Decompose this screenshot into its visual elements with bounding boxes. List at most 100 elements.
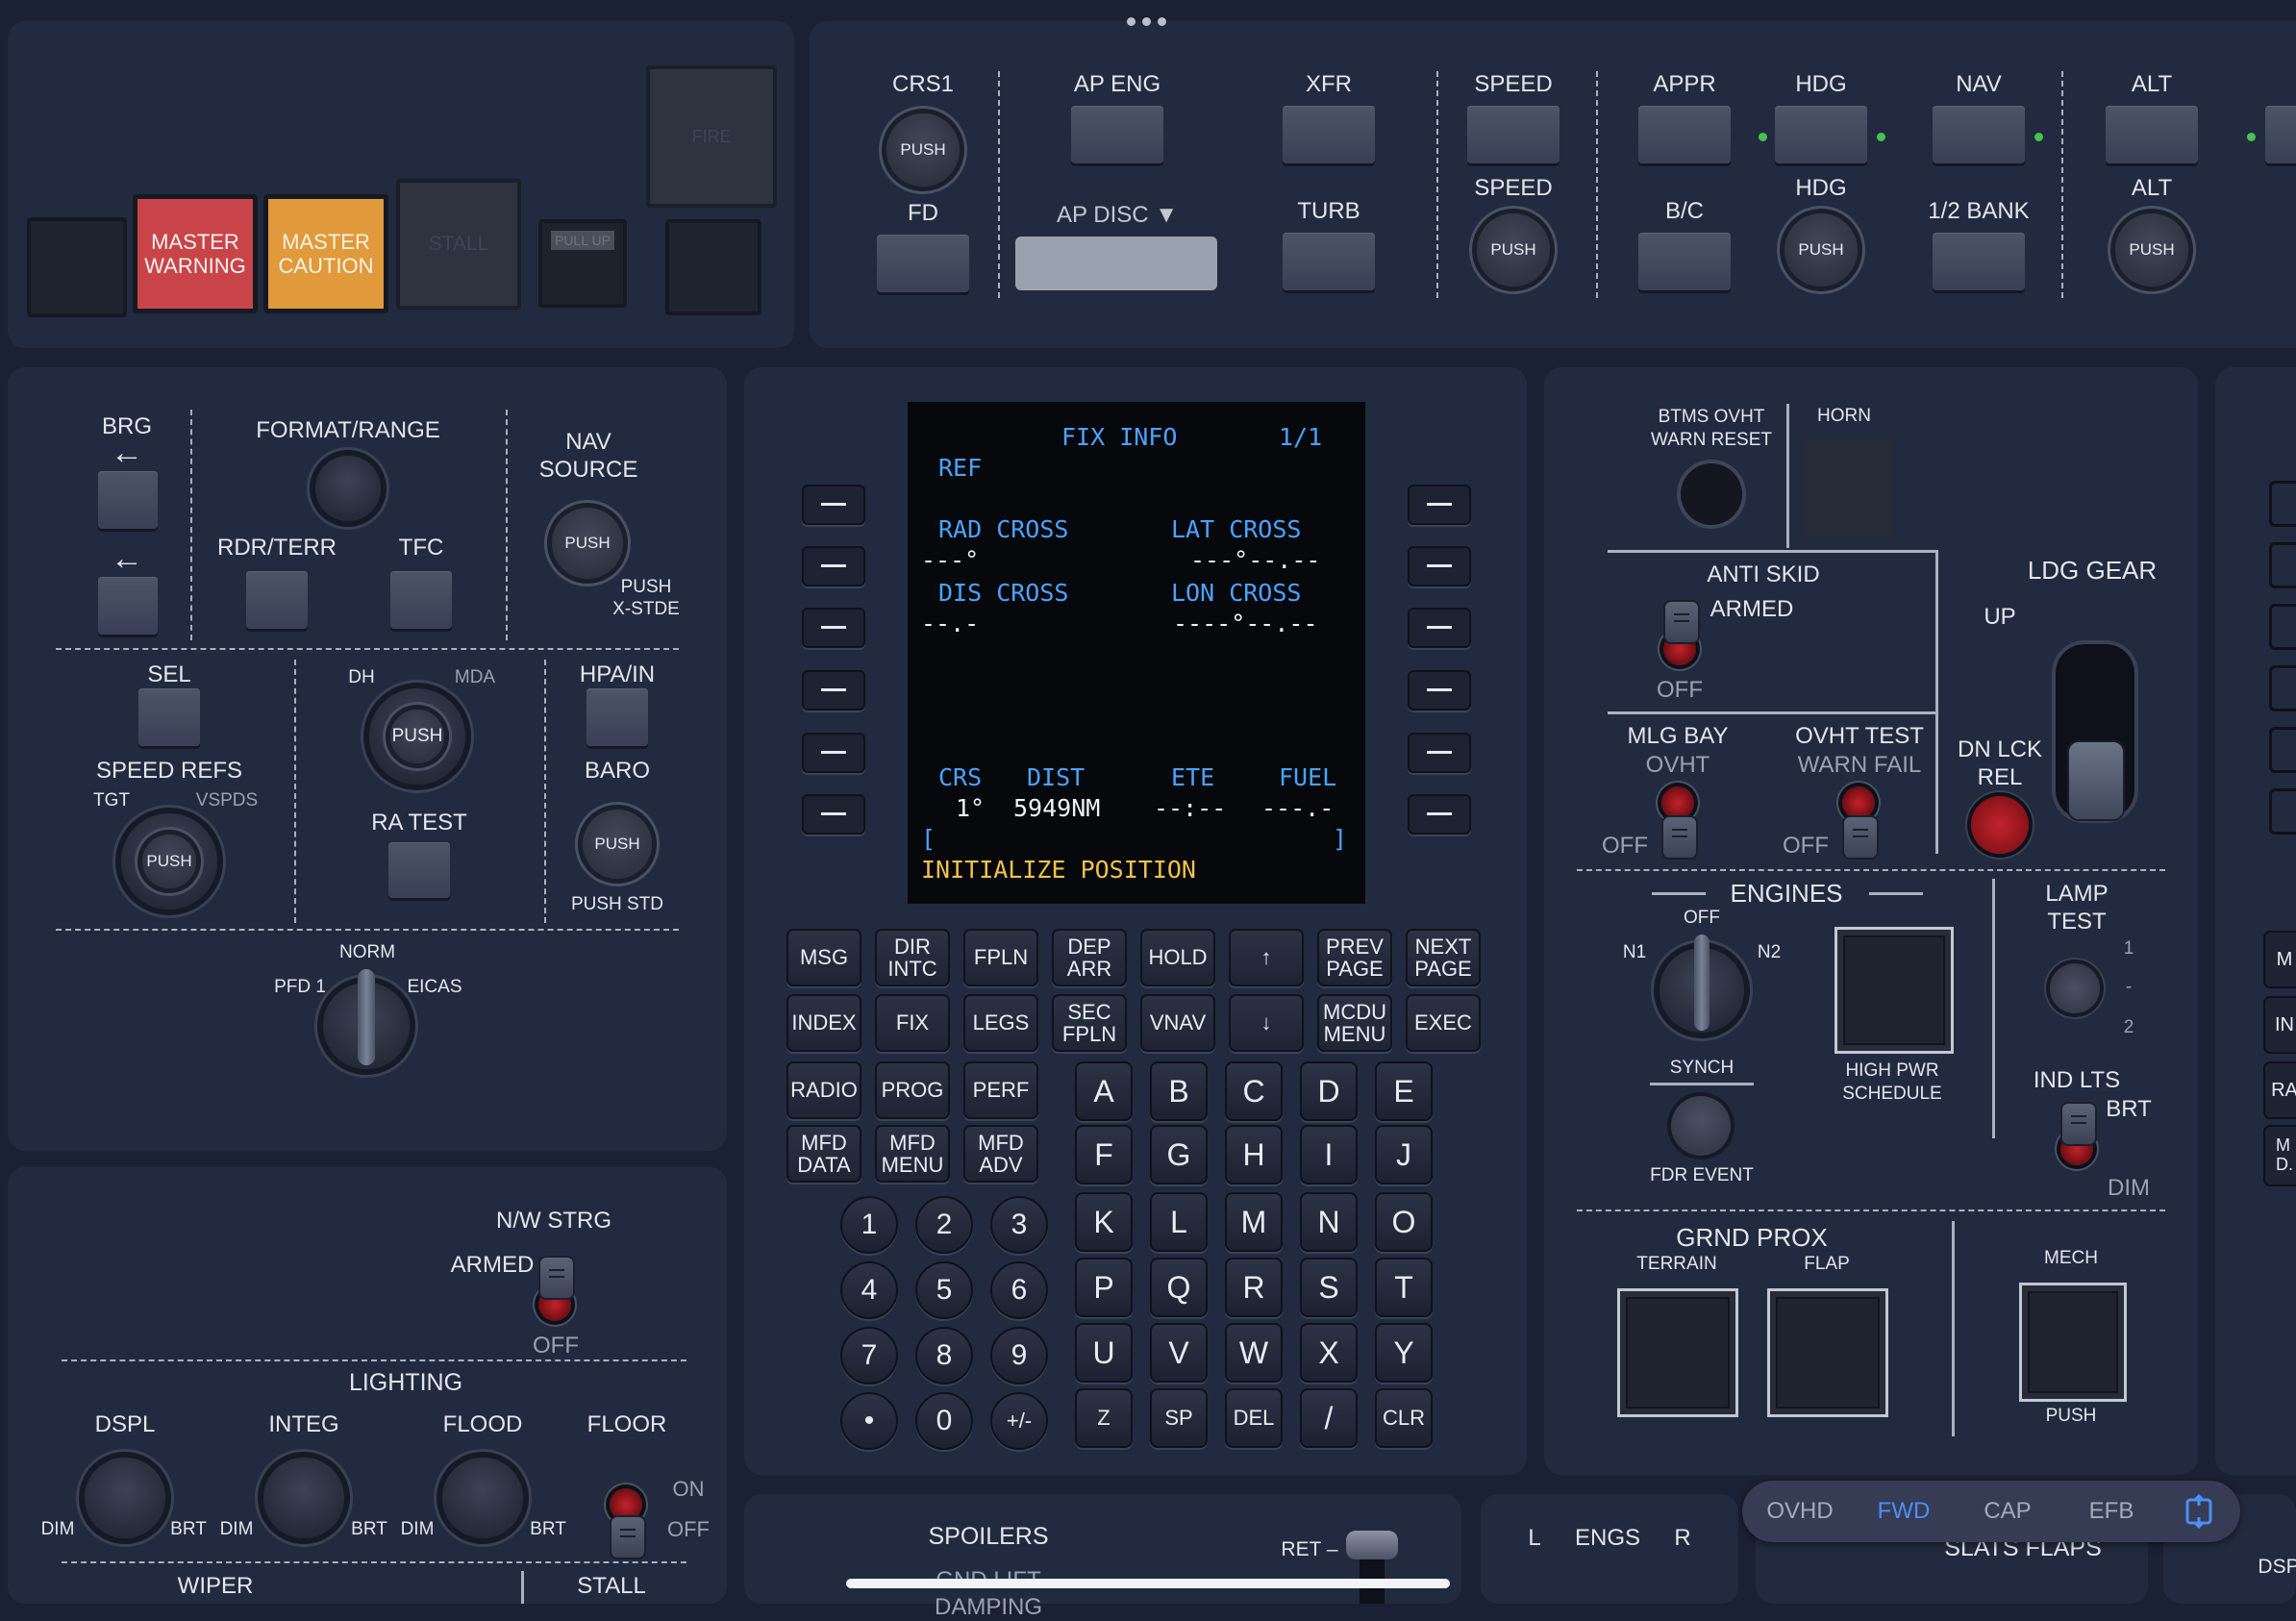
cdu-fn-key[interactable]: DIR INTC xyxy=(875,929,950,986)
nw-strg-guard[interactable] xyxy=(538,1256,575,1300)
tab-fwd[interactable]: FWD xyxy=(1852,1481,1956,1542)
cdu-letter-key[interactable]: R xyxy=(1225,1258,1283,1317)
sel-button[interactable] xyxy=(138,688,200,746)
lsk-4r[interactable] xyxy=(1408,670,1471,711)
cdu-letter-key[interactable]: E xyxy=(1375,1061,1433,1121)
cdu-fn-key[interactable]: RADIO xyxy=(786,1061,861,1119)
hdg-button[interactable] xyxy=(1775,106,1867,163)
lsk-5l[interactable] xyxy=(802,733,865,773)
lsk-4l[interactable] xyxy=(802,670,865,711)
fd-button[interactable] xyxy=(877,235,969,292)
integ-knob[interactable] xyxy=(263,1458,344,1538)
cdu-digit-key[interactable]: 8 xyxy=(915,1327,973,1384)
tfc-button[interactable] xyxy=(390,571,452,629)
half-bank-button[interactable] xyxy=(1933,233,2025,290)
cdu-digit-key[interactable]: 5 xyxy=(915,1261,973,1319)
cdu-letter-key[interactable]: T xyxy=(1375,1258,1433,1317)
lsk-3l[interactable] xyxy=(802,608,865,648)
format-range-knob[interactable] xyxy=(315,456,381,521)
edge-key[interactable]: IN xyxy=(2263,996,2296,1054)
cdu-fn-key[interactable]: FPLN xyxy=(963,929,1038,986)
cdu-letter-key[interactable]: M xyxy=(1225,1192,1283,1252)
lamp-test-switch[interactable] xyxy=(2050,963,2100,1013)
nav-source-knob[interactable]: PUSH xyxy=(552,508,623,579)
ovht-test-guard[interactable] xyxy=(1842,815,1879,860)
brg-1-button[interactable] xyxy=(98,471,158,529)
cdu-fn-key[interactable]: MCDU MENU xyxy=(1317,994,1392,1052)
cdu-letter-key[interactable]: V xyxy=(1150,1323,1208,1383)
baro-knob[interactable]: PUSH xyxy=(583,810,652,879)
lsk-6l[interactable] xyxy=(802,794,865,835)
cdu-letter-key[interactable]: H xyxy=(1225,1125,1283,1185)
cdu-letter-key[interactable]: Y xyxy=(1375,1323,1433,1383)
anti-skid-guard[interactable] xyxy=(1663,600,1700,644)
horn-button[interactable] xyxy=(1802,436,1894,540)
cdu-letter-key[interactable]: CLR xyxy=(1375,1388,1433,1448)
lsk-5r[interactable] xyxy=(1408,733,1471,773)
edge-key[interactable]: RA xyxy=(2263,1061,2296,1119)
fdr-event-button[interactable] xyxy=(1671,1096,1731,1156)
lsk-1l[interactable] xyxy=(802,485,865,525)
bc-button[interactable] xyxy=(1638,233,1731,290)
terrain-button[interactable] xyxy=(1617,1288,1738,1417)
cdu-letter-key[interactable]: SP xyxy=(1150,1388,1208,1448)
mlg-bay-guard[interactable] xyxy=(1661,815,1698,860)
cdu-letter-key[interactable]: D xyxy=(1300,1061,1358,1121)
vs-button[interactable] xyxy=(2265,106,2296,163)
cdu-letter-key[interactable]: W xyxy=(1225,1323,1283,1383)
cdu-fn-key[interactable]: MFD ADV xyxy=(963,1125,1038,1183)
cdu-fn-key[interactable]: INDEX xyxy=(786,994,861,1052)
cdu-fn-key[interactable]: MFD MENU xyxy=(875,1125,950,1183)
tab-efb[interactable]: EFB xyxy=(2059,1481,2163,1542)
flap-button[interactable] xyxy=(1767,1288,1888,1417)
mlg-bay-switch[interactable] xyxy=(1661,786,1694,819)
brg-2-button[interactable] xyxy=(98,577,158,635)
cdu-fn-key[interactable]: NEXT PAGE xyxy=(1406,929,1481,986)
speed-knob[interactable]: PUSH xyxy=(1477,213,1550,287)
cdu-fn-key[interactable]: FIX xyxy=(875,994,950,1052)
master-caution-button[interactable]: MASTER CAUTION xyxy=(263,194,388,313)
spoiler-lever[interactable] xyxy=(1346,1531,1398,1559)
hpa-in-button[interactable] xyxy=(586,688,648,746)
cdu-digit-key[interactable]: 9 xyxy=(990,1327,1048,1384)
speed-button[interactable] xyxy=(1467,106,1560,163)
cdu-fn-key[interactable]: VNAV xyxy=(1140,994,1215,1052)
lsk-1r[interactable] xyxy=(1408,485,1471,525)
edge-key[interactable]: M D. xyxy=(2263,1125,2296,1186)
flood-knob[interactable] xyxy=(442,1458,523,1538)
ovht-test-switch[interactable] xyxy=(1842,786,1875,819)
master-warning-button[interactable]: MASTER WARNING xyxy=(133,194,258,313)
rdr-terr-button[interactable] xyxy=(246,571,308,629)
fire-light[interactable]: FIRE xyxy=(646,65,777,208)
ind-lts-guard[interactable] xyxy=(2060,1102,2097,1146)
cdu-letter-key[interactable]: X xyxy=(1300,1323,1358,1383)
cdu-digit-key[interactable]: 2 xyxy=(915,1196,973,1254)
cdu-letter-key[interactable]: U xyxy=(1075,1323,1133,1383)
lsk-2l[interactable] xyxy=(802,546,865,586)
mech-button[interactable] xyxy=(2019,1283,2127,1402)
cdu-letter-key[interactable]: A xyxy=(1075,1061,1133,1121)
ap-eng-button[interactable] xyxy=(1071,106,1163,163)
cdu-digit-key[interactable]: 3 xyxy=(990,1196,1048,1254)
hdg-knob[interactable]: PUSH xyxy=(1784,213,1858,287)
cdu-digit-key[interactable]: 7 xyxy=(840,1327,898,1384)
cdu-letter-key[interactable]: N xyxy=(1300,1192,1358,1252)
crs1-knob[interactable]: PUSH xyxy=(886,113,960,187)
minimums-push[interactable]: PUSH xyxy=(390,710,444,763)
cdu-digit-key[interactable]: • xyxy=(840,1392,898,1450)
cdu-fn-key[interactable]: MSG xyxy=(786,929,861,986)
dn-lck-rel-button[interactable] xyxy=(1971,796,2029,854)
cdu-letter-key[interactable]: G xyxy=(1150,1125,1208,1185)
nav-button[interactable] xyxy=(1933,106,2025,163)
cdu-letter-key[interactable]: F xyxy=(1075,1125,1133,1185)
cdu-fn-key[interactable]: PREV PAGE xyxy=(1317,929,1392,986)
cdu-fn-key[interactable]: HOLD xyxy=(1140,929,1215,986)
edge-key[interactable]: M xyxy=(2263,931,2296,988)
cdu-letter-key[interactable]: B xyxy=(1150,1061,1208,1121)
cdu-letter-key[interactable]: S xyxy=(1300,1258,1358,1317)
lsk-6r[interactable] xyxy=(1408,794,1471,835)
ra-test-button[interactable] xyxy=(388,842,450,898)
cdu-letter-key[interactable]: Q xyxy=(1150,1258,1208,1317)
tab-cap[interactable]: CAP xyxy=(1956,1481,2059,1542)
speed-refs-push[interactable]: PUSH xyxy=(142,835,196,888)
